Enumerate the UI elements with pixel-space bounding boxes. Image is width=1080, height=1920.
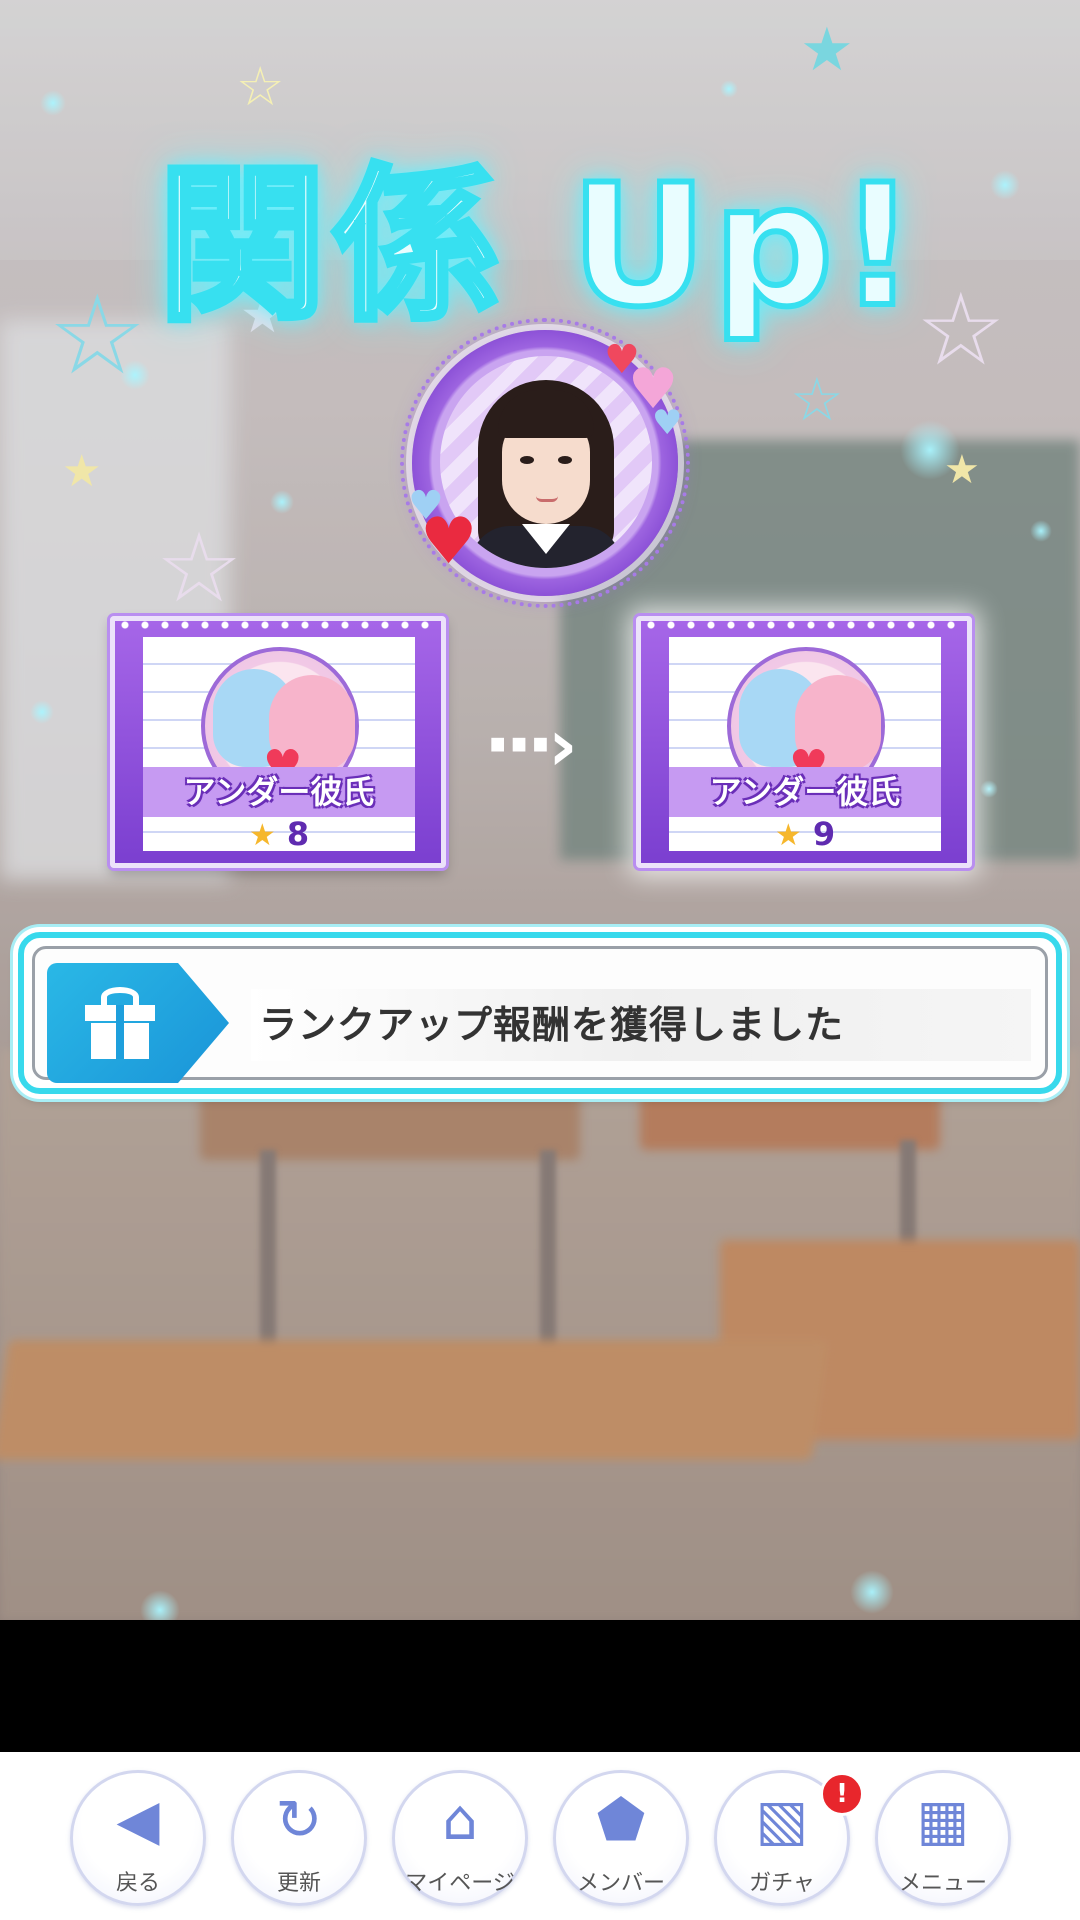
star-icon: ☆ [790,365,844,435]
rank-level: ★ 9 [669,815,941,853]
card-sheet: ♥ アンダー彼氏 ★ 8 [143,637,415,853]
star-icon: ★ [944,447,980,493]
reward-banner[interactable]: ランクアップ報酬を獲得しました [18,932,1062,1094]
avatar-eye [520,456,534,464]
gacha-label: ガチャ [749,1871,815,1896]
reward-banner-inner: ランクアップ報酬を獲得しました [32,946,1048,1083]
gift-icon [85,987,155,1059]
grid-menu-icon: ▦ [916,1788,970,1853]
relationship-up-title: 関係 Up! [155,145,922,347]
sparkle [1030,520,1052,542]
back-button[interactable]: ◀ 戻る [70,1770,206,1906]
back-arrow-icon: ◀ [116,1788,160,1853]
notebook-spiral [641,619,967,631]
star-icon: ★ [62,446,102,497]
sparkle [980,780,998,798]
refresh-button[interactable]: ↻ 更新 [231,1770,367,1906]
rank-level-number: 9 [812,815,836,853]
home-icon: ⌂ [442,1788,478,1853]
avatar-eye [558,456,572,464]
heart-icon: ♥ [420,505,478,579]
star-icon: ★ [248,818,276,853]
rank-level-number: 8 [286,815,310,853]
rank-card-after: ♥ アンダー彼氏 ★ 9 [636,616,972,868]
member-label: メンバー [576,1871,665,1896]
avatar-mouth [536,496,558,502]
back-label: 戻る [115,1871,160,1896]
rank-card-before: ♥ アンダー彼氏 ★ 8 [110,616,446,868]
mypage-button[interactable]: ⌂ マイページ [392,1770,528,1906]
gift-bow [101,987,139,1007]
gacha-notification-badge: ! [820,1772,864,1816]
refresh-icon: ↻ [275,1788,323,1853]
star-icon: ★ [800,15,854,85]
sparkle [270,490,294,514]
star-icon: ★ [774,818,802,853]
reward-icon-box [47,963,229,1083]
gift-ribbon [116,1005,124,1059]
star-icon: ☆ [236,55,285,118]
sparkle [850,1570,894,1614]
sparkle [30,700,54,724]
notebook-spiral [115,619,441,631]
heart-icon: ♥ [652,403,683,443]
star-icon: ☆ [156,512,243,624]
sparkle [720,80,738,98]
rank-title: アンダー彼氏 [143,767,415,817]
refresh-label: 更新 [276,1871,321,1896]
rank-level: ★ 8 [143,815,415,853]
black-band [0,1620,1080,1752]
arrow-right-icon: ···› [484,703,578,787]
mypage-label: マイページ [405,1871,515,1896]
menu-label: メニュー [898,1871,987,1896]
member-button[interactable]: ⬟ メンバー [553,1770,689,1906]
reward-message: ランクアップ報酬を獲得しました [251,989,1031,1061]
rank-title: アンダー彼氏 [669,767,941,817]
member-shield-icon: ⬟ [596,1788,646,1853]
menu-button[interactable]: ▦ メニュー [875,1770,1011,1906]
card-sheet: ♥ アンダー彼氏 ★ 9 [669,637,941,853]
